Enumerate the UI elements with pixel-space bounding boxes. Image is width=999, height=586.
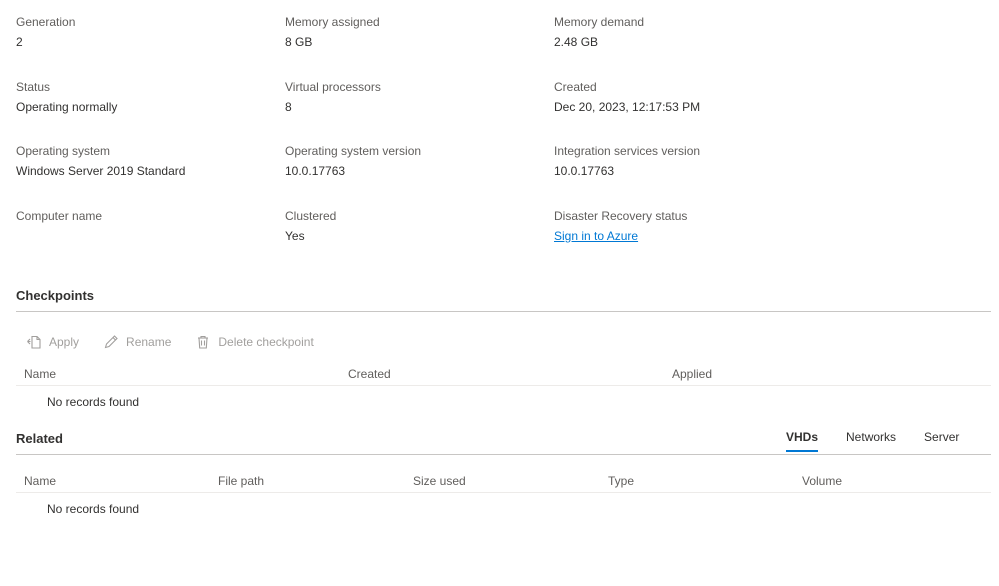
checkpoints-col-created[interactable]: Created — [348, 367, 391, 381]
prop-computer-name: Computer name — [16, 208, 276, 228]
rename-button[interactable]: Rename — [103, 334, 171, 350]
checkpoints-toolbar: Apply Rename Delete checkpoint — [26, 334, 338, 350]
prop-value: 8 — [285, 100, 292, 114]
apply-button[interactable]: Apply — [26, 334, 79, 350]
tab-server[interactable]: Server — [924, 430, 959, 452]
apply-label: Apply — [49, 335, 80, 349]
prop-memory-demand: Memory demand 2.48 GB — [554, 14, 814, 50]
checkpoints-title: Checkpoints — [16, 288, 95, 303]
related-divider — [16, 454, 991, 455]
prop-label: Memory demand — [554, 15, 645, 29]
prop-os-version: Operating system version 10.0.17763 — [285, 143, 545, 179]
sign-in-to-azure-link[interactable]: Sign in to Azure — [554, 229, 638, 243]
prop-integration-services-version: Integration services version 10.0.17763 — [554, 143, 814, 179]
prop-value: 10.0.17763 — [285, 164, 346, 178]
related-tabs: VHDs Networks Server — [786, 430, 987, 452]
prop-value: 8 GB — [285, 35, 313, 49]
prop-operating-system: Operating system Windows Server 2019 Sta… — [16, 143, 276, 179]
prop-value: 10.0.17763 — [554, 164, 615, 178]
prop-value: Sign in to Azure — [554, 228, 814, 244]
related-col-volume[interactable]: Volume — [802, 474, 842, 488]
rename-label: Rename — [126, 335, 172, 349]
prop-label: Created — [554, 80, 597, 94]
prop-status: Status Operating normally — [16, 79, 276, 115]
related-header-divider — [16, 492, 991, 493]
prop-label: Virtual processors — [285, 80, 381, 94]
pencil-icon — [104, 335, 118, 349]
prop-disaster-recovery-status: Disaster Recovery status Sign in to Azur… — [554, 208, 814, 244]
related-col-name[interactable]: Name — [24, 474, 56, 488]
related-col-file-path[interactable]: File path — [218, 474, 264, 488]
checkpoints-col-applied[interactable]: Applied — [672, 367, 712, 381]
prop-label: Operating system version — [285, 144, 422, 158]
prop-created: Created Dec 20, 2023, 12:17:53 PM — [554, 79, 814, 115]
checkpoints-col-name[interactable]: Name — [24, 367, 56, 381]
prop-value: 2.48 GB — [554, 35, 599, 49]
checkpoints-divider — [16, 311, 991, 312]
prop-value: Yes — [285, 229, 305, 243]
delete-checkpoint-label: Delete checkpoint — [218, 335, 314, 349]
prop-value: Operating normally — [16, 100, 118, 114]
prop-virtual-processors: Virtual processors 8 — [285, 79, 545, 115]
related-title: Related — [16, 431, 63, 446]
prop-label: Memory assigned — [285, 15, 380, 29]
tab-networks[interactable]: Networks — [846, 430, 896, 452]
prop-value: Dec 20, 2023, 12:17:53 PM — [554, 100, 701, 114]
prop-label: Clustered — [285, 209, 337, 223]
prop-generation: Generation 2 — [16, 14, 276, 50]
trash-icon — [198, 335, 209, 349]
prop-clustered: Clustered Yes — [285, 208, 545, 244]
related-col-size-used[interactable]: Size used — [413, 474, 466, 488]
tab-vhds[interactable]: VHDs — [786, 430, 819, 452]
prop-value: Windows Server 2019 Standard — [16, 164, 186, 178]
prop-label: Integration services version — [554, 144, 701, 158]
checkpoints-empty-message: No records found — [47, 395, 140, 409]
prop-label: Disaster Recovery status — [554, 209, 688, 223]
prop-label: Computer name — [16, 209, 103, 223]
checkpoints-header-divider — [16, 385, 991, 386]
related-col-type[interactable]: Type — [608, 474, 634, 488]
prop-label: Generation — [16, 15, 76, 29]
prop-label: Operating system — [16, 144, 111, 158]
delete-checkpoint-button[interactable]: Delete checkpoint — [195, 334, 314, 350]
prop-label: Status — [16, 80, 51, 94]
prop-memory-assigned: Memory assigned 8 GB — [285, 14, 545, 50]
apply-icon — [27, 335, 41, 349]
related-empty-message: No records found — [47, 502, 140, 516]
prop-value: 2 — [16, 35, 23, 49]
